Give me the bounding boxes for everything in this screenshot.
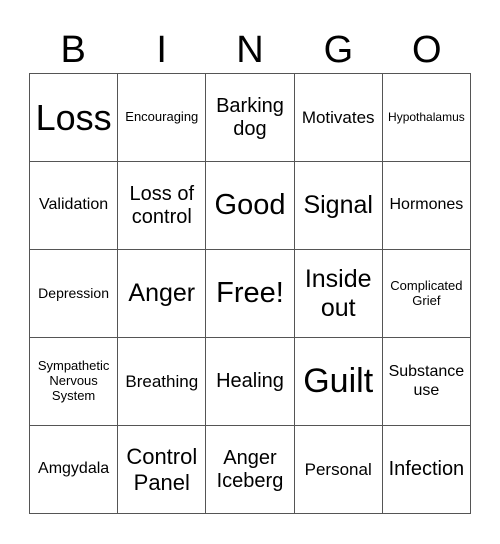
bingo-cell-text: Hypothalamus (388, 109, 465, 124)
bingo-cell-text: Free! (216, 276, 284, 309)
bingo-cell[interactable]: Complicated Grief (382, 250, 471, 338)
bingo-cell[interactable]: Anger (118, 250, 207, 338)
bingo-cell[interactable]: Infection (382, 426, 471, 514)
bingo-cell[interactable]: Substance use (382, 338, 471, 426)
bingo-header: B I N G O (29, 28, 471, 72)
bingo-cell-text: Breathing (125, 371, 199, 391)
bingo-cell[interactable]: Loss (30, 74, 119, 162)
bingo-cell[interactable]: Anger Iceberg (206, 426, 295, 514)
bingo-cell[interactable]: Barking dog (206, 74, 295, 162)
bingo-cell-text: Loss (35, 96, 112, 138)
bingo-cell-text: Control Panel (126, 444, 198, 495)
bingo-cell[interactable]: Hormones (382, 162, 471, 250)
bingo-cell-text: Complicated Grief (390, 277, 463, 308)
bingo-cell-text: Encouraging (125, 109, 199, 125)
bingo-cell-text: Inside out (304, 264, 372, 322)
bingo-cell-text: Personal (304, 459, 372, 479)
bingo-cell-text: Loss of control (129, 182, 195, 228)
bingo-cell-text: Motivates (301, 107, 375, 127)
bingo-cell-text: Signal (303, 191, 373, 220)
bingo-cell[interactable]: Hypothalamus (382, 74, 471, 162)
bingo-cell-text: Substance use (388, 363, 465, 399)
bingo-cell-text: Depression (38, 285, 109, 302)
bingo-cell[interactable]: Breathing (118, 338, 207, 426)
bingo-cell-text: Amgydala (38, 460, 110, 478)
bingo-cell-text: Validation (39, 196, 109, 214)
bingo-cell[interactable]: Good (206, 162, 295, 250)
bingo-cell[interactable]: Free! (206, 250, 295, 338)
bingo-cell-text: Anger (128, 279, 196, 308)
header-letter-o: O (412, 29, 442, 71)
bingo-cell[interactable]: Control Panel (118, 426, 207, 514)
bingo-cell[interactable]: Healing (206, 338, 295, 426)
header-letter-n: N (236, 29, 264, 71)
bingo-cell[interactable]: Inside out (294, 250, 383, 338)
bingo-cell-text: Sympathetic Nervous System (37, 358, 110, 403)
bingo-cell-text: Barking dog (216, 94, 284, 140)
bingo-cell[interactable]: Motivates (294, 74, 383, 162)
bingo-cell-text: Anger Iceberg (216, 446, 284, 492)
bingo-cell[interactable]: Sympathetic Nervous System (30, 338, 119, 426)
header-letter-i: I (156, 29, 167, 71)
bingo-cell-text: Healing (216, 370, 284, 392)
bingo-cell[interactable]: Depression (30, 250, 119, 338)
bingo-cell-text: Guilt (303, 361, 374, 400)
header-letter-g: G (323, 29, 354, 71)
bingo-cell[interactable]: Guilt (294, 338, 383, 426)
bingo-cell-text: Good (214, 188, 286, 221)
bingo-cell[interactable]: Signal (294, 162, 383, 250)
bingo-cell[interactable]: Amgydala (30, 426, 119, 514)
bingo-grid: Loss Encouraging Barking dog Motivates Hypot… (29, 73, 471, 514)
header-letter-b: B (60, 29, 86, 71)
bingo-cell-text: Hormones (389, 196, 464, 214)
bingo-cell[interactable]: Personal (294, 426, 383, 514)
bingo-cell[interactable]: Encouraging (118, 74, 207, 162)
bingo-cell[interactable]: Validation (30, 162, 119, 250)
bingo-cell[interactable]: Loss of control (118, 162, 207, 250)
bingo-cell-text: Infection (388, 458, 465, 480)
